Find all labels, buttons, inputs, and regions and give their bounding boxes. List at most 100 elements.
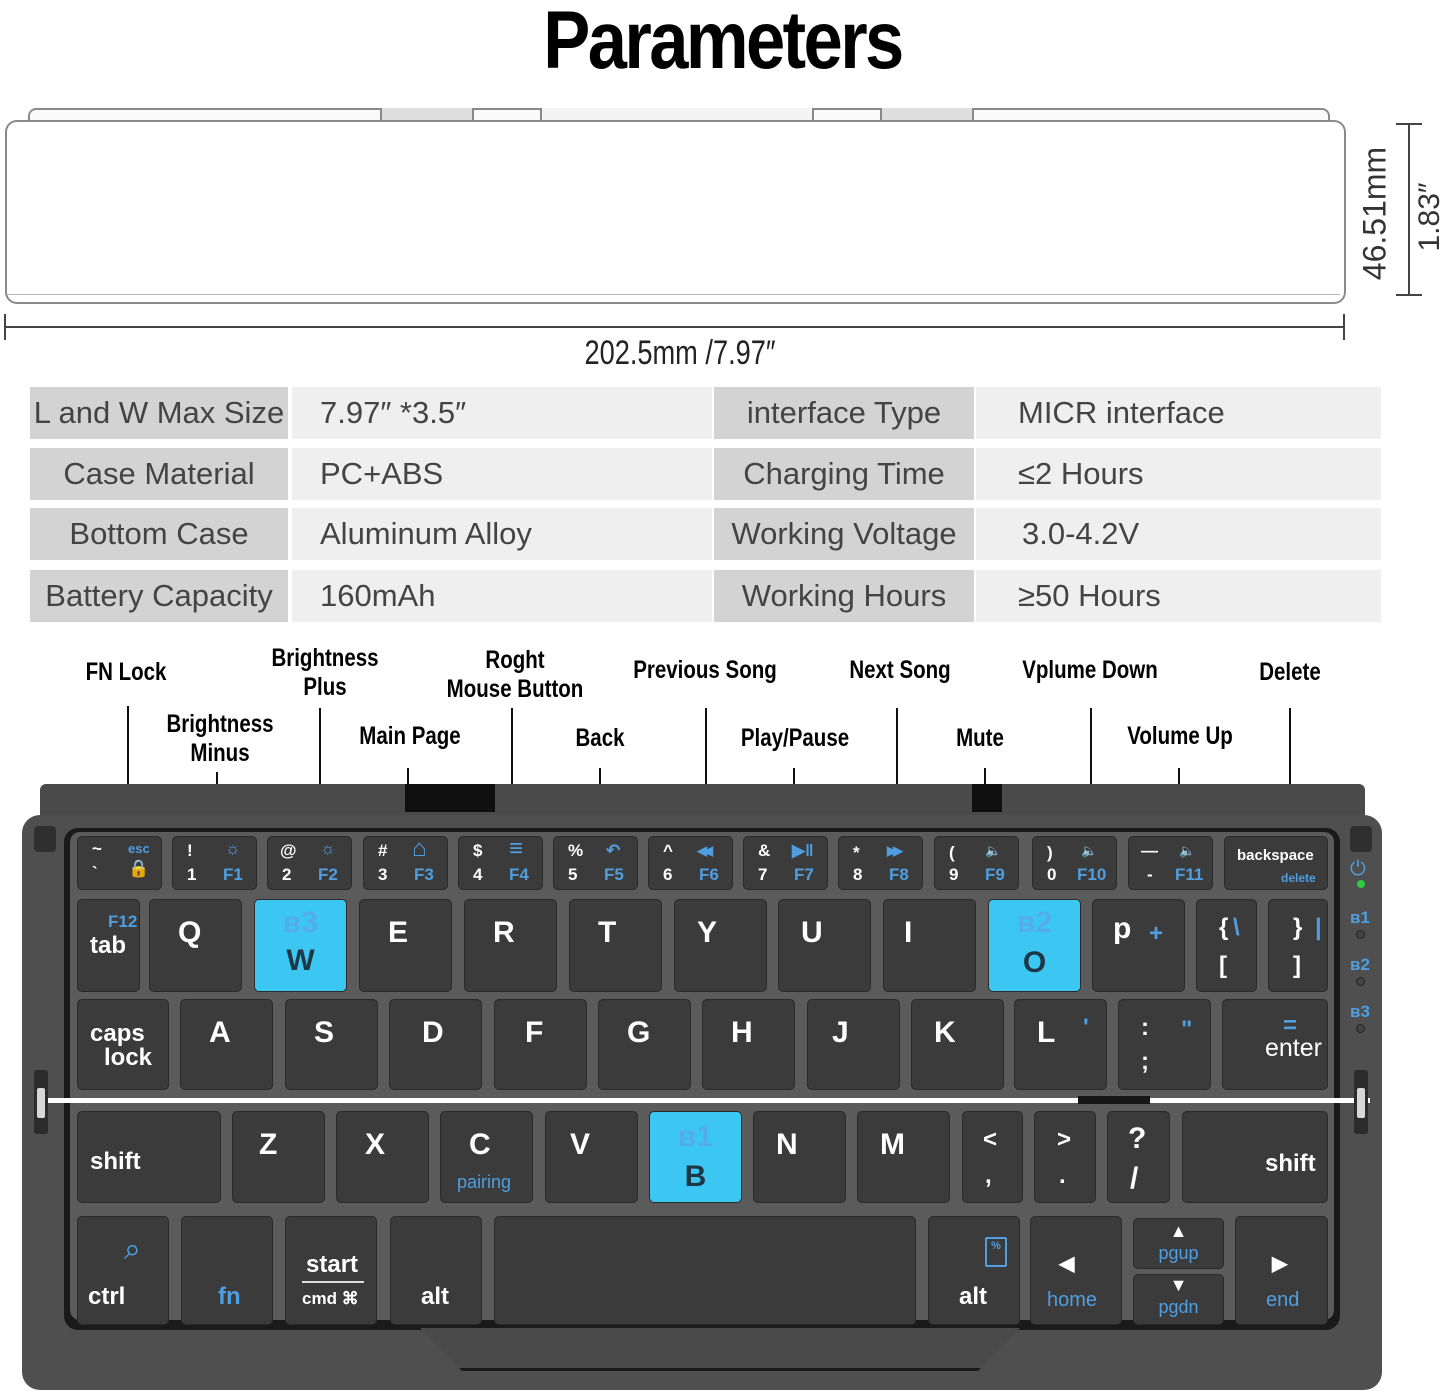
callout-text: Previous Song [633, 656, 777, 684]
key-enter[interactable]: = enter [1222, 999, 1328, 1090]
callout-brightness-minus: Brightness Minus [163, 710, 278, 768]
key-s[interactable]: S [285, 999, 378, 1090]
callout-mute: Mute [939, 724, 1021, 753]
keyboard-front-tray [420, 1328, 1020, 1371]
key-comma[interactable]: < , [962, 1111, 1023, 1203]
hinge-pin [1357, 1088, 1365, 1118]
key-f4[interactable]: $ 4 ≡ F4 [458, 835, 543, 890]
key-shift-label: ( [949, 843, 955, 862]
key-l[interactable]: L ' [1014, 999, 1107, 1090]
height-dimension-mm: 46.51mm [1356, 146, 1393, 281]
key-semicolon[interactable]: : ; " [1118, 999, 1211, 1090]
bluetooth-led-3 [1356, 1024, 1365, 1033]
width-dimension-tick-right [1343, 314, 1345, 340]
key-v[interactable]: V [545, 1111, 638, 1203]
key-label: D [422, 1016, 444, 1049]
callout-text: Mute [956, 724, 1004, 752]
key-period[interactable]: > . [1034, 1111, 1096, 1203]
key-f7[interactable]: & 7 ▶‖ F7 [743, 836, 828, 890]
callout-text: Play/Pause [740, 724, 850, 752]
key-fn-label: delete [1281, 871, 1316, 885]
key-z[interactable]: Z [232, 1111, 325, 1203]
key-f1[interactable]: ! 1 ☼ F1 [172, 836, 257, 890]
key-ctrl[interactable]: ⌕ ctrl [77, 1216, 169, 1325]
key-fn-label: F7 [794, 865, 814, 884]
key-o-bluetooth-2[interactable]: ʙ2 O [988, 899, 1081, 992]
height-dimension-line [1408, 124, 1410, 296]
key-d[interactable]: D [389, 999, 482, 1090]
key-m[interactable]: M [857, 1111, 950, 1203]
key-alt-left[interactable]: alt [390, 1216, 482, 1325]
key-i[interactable]: I [883, 899, 976, 992]
volume-down-icon: 🔈 [1081, 843, 1098, 858]
key-q[interactable]: Q [149, 899, 242, 992]
page-title: Parameters [543, 0, 904, 86]
key-label: X [365, 1128, 386, 1161]
hinge-pin [37, 1088, 45, 1118]
arrow-down-icon: ▼ [1169, 1275, 1188, 1295]
key-j[interactable]: J [807, 999, 900, 1090]
key-shift-label: @ [280, 841, 297, 860]
key-k[interactable]: K [911, 999, 1004, 1090]
key-n[interactable]: N [753, 1111, 846, 1203]
key-f3[interactable]: # 3 ⌂ F3 [363, 835, 448, 890]
key-u[interactable]: U [778, 899, 871, 992]
key-shift-left[interactable]: shift [77, 1111, 221, 1203]
key-shift-label: ~ [92, 839, 102, 858]
key-start-cmd[interactable]: start cmd ⌘ [285, 1216, 377, 1325]
key-pgup[interactable]: ▲ pgup [1133, 1218, 1224, 1269]
key-home[interactable]: ◀ home [1030, 1216, 1122, 1325]
key-caps-lock[interactable]: caps lock [77, 999, 169, 1090]
key-label: 3 [378, 865, 388, 884]
key-end[interactable]: ▶ end [1235, 1216, 1328, 1325]
key-f9[interactable]: ( 9 🔈 F9 [934, 836, 1019, 890]
key-f6[interactable]: ^ 6 ◀◀ F6 [648, 836, 733, 890]
key-fn-label: F1 [223, 865, 243, 884]
key-fn-label: \ [1233, 914, 1240, 941]
key-esc[interactable]: ~ ` esc 🔒 [77, 836, 162, 890]
key-f5[interactable]: % 5 ↶ F5 [553, 836, 638, 890]
spec-label: L and W Max Size [30, 387, 288, 439]
key-alt-right[interactable]: % alt [928, 1216, 1020, 1325]
key-f11[interactable]: — - 🔈 F11 [1128, 836, 1213, 890]
key-e[interactable]: E [359, 899, 452, 992]
key-f10[interactable]: ) 0 🔈 F10 [1032, 836, 1117, 890]
callout-previous-song: Previous Song [627, 656, 783, 685]
indicator-label: 1 [1360, 908, 1370, 927]
key-bracket-left[interactable]: { \ [ [1196, 899, 1257, 992]
key-w-bluetooth-3[interactable]: ʙ3 W [254, 899, 347, 992]
key-c-pairing[interactable]: C pairing [440, 1111, 533, 1203]
key-backspace[interactable]: backspace delete [1224, 836, 1328, 890]
key-label: ] [1293, 952, 1301, 979]
key-label: R [493, 916, 515, 949]
key-x[interactable]: X [336, 1111, 429, 1203]
key-shift-label: # [378, 841, 388, 860]
key-t[interactable]: T [569, 899, 662, 992]
key-label: T [598, 916, 617, 949]
key-shift-label: ? [1128, 1122, 1147, 1155]
callout-text: Volume Up [1127, 722, 1233, 750]
key-shift-right[interactable]: shift [1182, 1111, 1328, 1203]
key-slash[interactable]: ? / [1107, 1111, 1170, 1203]
key-y[interactable]: Y [674, 899, 767, 992]
key-fn[interactable]: fn [181, 1216, 273, 1325]
key-label: C [469, 1128, 491, 1161]
callout-text: Minus [190, 739, 250, 767]
key-p[interactable]: p + [1092, 899, 1185, 992]
key-bracket-right[interactable]: } | ] [1268, 899, 1328, 992]
bluetooth-indicator-3: ʙ3 [1350, 1002, 1370, 1022]
key-label: 4 [473, 865, 483, 884]
key-h[interactable]: H [702, 999, 795, 1090]
key-tab[interactable]: F12 tab [77, 899, 140, 992]
key-shift-label: % [568, 841, 584, 860]
key-a[interactable]: A [180, 999, 273, 1090]
key-pgdn[interactable]: ▼ pgdn [1133, 1274, 1224, 1325]
key-f[interactable]: F [494, 999, 587, 1090]
key-f2[interactable]: @ 2 ☼ F2 [267, 836, 352, 890]
key-f8[interactable]: * 8 ▶▶ F8 [838, 836, 923, 890]
key-space[interactable] [494, 1216, 916, 1325]
key-r[interactable]: R [464, 899, 557, 992]
key-label: home [1047, 1289, 1098, 1311]
key-b-bluetooth-1[interactable]: ʙ1 B [649, 1111, 742, 1203]
key-g[interactable]: G [598, 999, 691, 1090]
